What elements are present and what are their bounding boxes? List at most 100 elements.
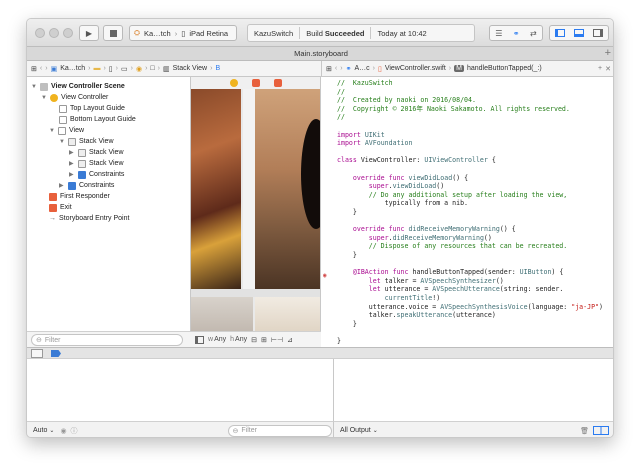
editor-mode-segment[interactable]: ☰ ⚭ ⇄ (489, 25, 543, 41)
code-line[interactable]: // (337, 113, 345, 122)
view-controller-dock-icon[interactable] (230, 79, 238, 87)
code-line[interactable]: } (337, 320, 357, 329)
variables-view[interactable] (27, 359, 334, 421)
ibaction-connection-icon[interactable]: ◉ (323, 272, 327, 279)
tab-main-storyboard[interactable]: Main.storyboard (294, 49, 348, 58)
jumpbar-item[interactable]: Stack View (173, 65, 208, 72)
console-output-selector[interactable]: All Output (340, 427, 371, 434)
disclosure-right-icon[interactable]: ▶ (69, 171, 75, 178)
folder-icon: ▬ (93, 65, 101, 72)
status-build-result: Succeeded (324, 28, 365, 38)
outline-toggle-icon[interactable] (195, 335, 204, 344)
resolve-icon[interactable]: ⊿ (287, 336, 293, 344)
disclosure-right-icon[interactable]: ▶ (59, 182, 65, 189)
info-icon[interactable]: ⓘ (71, 426, 78, 436)
add-tab-icon[interactable]: + (605, 47, 611, 60)
outline-item-view-controller[interactable]: ▼ View Controller (41, 92, 108, 103)
disclosure-down-icon[interactable]: ▼ (49, 128, 55, 134)
outline-item-entry-point[interactable]: → Storyboard Entry Point (49, 213, 129, 224)
close-editor-icon[interactable]: ✕ (605, 65, 613, 73)
console-footer: All Output ⌄ 🗑 (334, 421, 613, 437)
outline-item-stack-view[interactable]: ▶ Stack View (69, 147, 124, 158)
photo-button-top-right[interactable] (255, 89, 320, 289)
device-icon: ▯ (181, 28, 186, 38)
zoom-window-button[interactable] (63, 28, 73, 38)
stack-icon[interactable]: ⊟ (251, 336, 257, 344)
trash-icon[interactable]: 🗑 (580, 427, 589, 435)
standard-editor-icon[interactable]: ☰ (495, 29, 502, 38)
console-view[interactable] (334, 359, 613, 421)
view-controller-icon (50, 93, 58, 102)
code-line[interactable]: } (337, 251, 357, 260)
version-editor-icon[interactable]: ⇄ (530, 29, 537, 38)
quicklook-icon[interactable]: ◉ (60, 427, 66, 435)
outline-item-exit[interactable]: Exit (49, 202, 72, 213)
outline-item-scene[interactable]: ▼ View Controller Scene (31, 81, 125, 92)
code-line[interactable]: // Dispose of any resources that can be … (337, 242, 568, 251)
close-window-button[interactable] (35, 28, 45, 38)
related-items-icon[interactable]: ⊞ (326, 65, 332, 73)
outline-item-constraints[interactable]: ▶ Constraints (69, 169, 124, 180)
disclosure-down-icon[interactable]: ▼ (31, 84, 37, 90)
code-line[interactable]: // Copyright © 2016年 Naoki Sakamoto. All… (337, 105, 570, 114)
outline-label: Stack View (89, 149, 124, 156)
photo-button-top-left[interactable] (191, 89, 241, 289)
exit-dock-icon[interactable] (274, 79, 282, 87)
variables-filter-input[interactable]: ⊖ Filter (227, 424, 332, 437)
outline-item-bottom-layout-guide[interactable]: Bottom Layout Guide (59, 114, 136, 125)
outline-item-first-responder[interactable]: First Responder (49, 191, 110, 202)
first-responder-dock-icon[interactable] (252, 79, 260, 87)
outline-item-stack-view[interactable]: ▶ Stack View (69, 158, 124, 169)
outline-item-top-layout-guide[interactable]: Top Layout Guide (59, 103, 125, 114)
code-editor[interactable]: ◉ // KazuSwitch//// Created by naoki on … (321, 77, 613, 347)
disclosure-down-icon[interactable]: ▼ (59, 139, 65, 145)
split-console-icon[interactable] (593, 426, 609, 435)
scheme-selector[interactable]: ⛭ Ka…tch › ▯ iPad Retina (129, 25, 237, 41)
back-icon[interactable]: ‹ (335, 65, 337, 72)
code-line[interactable]: } (337, 208, 357, 217)
code-line[interactable]: talker.speakUtterance(utterance) (337, 311, 496, 320)
add-editor-icon[interactable]: + (598, 65, 602, 72)
forward-icon[interactable]: › (340, 65, 342, 72)
forward-icon[interactable]: › (45, 65, 47, 72)
pin-icon[interactable]: ⊢⊣ (271, 336, 283, 344)
run-button[interactable]: ▶ (79, 25, 99, 41)
outline-item-constraints[interactable]: ▶ Constraints (59, 180, 114, 191)
outline-item-view[interactable]: ▼ View (49, 125, 84, 136)
minimize-window-button[interactable] (49, 28, 59, 38)
jumpbar-auto[interactable]: A…c (354, 65, 369, 72)
outline-item-stack-view[interactable]: ▼ Stack View (59, 136, 114, 147)
disclosure-right-icon[interactable]: ▶ (69, 149, 75, 156)
code-line[interactable]: import AVFoundation (337, 139, 412, 148)
stop-button[interactable] (103, 25, 123, 41)
align-icon[interactable]: ⊞ (261, 336, 267, 344)
jumpbar-project[interactable]: Ka…tch (60, 65, 85, 72)
outline-filter-input[interactable]: ⊖ Filter (31, 334, 183, 346)
disclosure-down-icon[interactable]: ▼ (41, 95, 47, 101)
size-class-h-value[interactable]: Any (235, 336, 247, 343)
assistant-icon: ⚭ (345, 65, 352, 73)
jumpbar-file[interactable]: ViewController.swift (385, 65, 446, 72)
view-toggle-segment[interactable] (549, 25, 609, 41)
storyboard-canvas[interactable] (191, 77, 321, 347)
scheme-device-name: iPad Retina (189, 28, 229, 38)
debug-toggle-icon[interactable] (573, 29, 584, 37)
breakpoints-icon[interactable] (51, 350, 61, 357)
related-items-icon[interactable]: ⊞ (31, 65, 37, 73)
variables-scope-selector[interactable]: Auto (33, 427, 47, 434)
chevron-down-icon: ⌄ (49, 428, 55, 434)
back-icon[interactable]: ‹ (40, 65, 42, 72)
assistant-editor-icon[interactable]: ⚭ (513, 29, 520, 38)
code-line[interactable]: } (337, 337, 341, 346)
utilities-toggle-icon[interactable] (593, 29, 604, 37)
outline-label: View (69, 127, 85, 134)
code-line[interactable]: // KazuSwitch (337, 79, 393, 88)
size-class-w-value[interactable]: Any (214, 336, 226, 343)
disclosure-right-icon[interactable]: ▶ (69, 160, 75, 167)
hide-debug-icon[interactable] (31, 349, 43, 358)
navigator-toggle-icon[interactable] (554, 29, 565, 37)
variables-footer: Auto ⌄ ◉ ⓘ ⊖ Filter (27, 421, 334, 437)
code-line[interactable]: class ViewController: UIViewController { (337, 156, 496, 165)
button-element-icon: B (215, 65, 221, 72)
jumpbar-symbol[interactable]: handleButtonTapped(_:) (467, 65, 542, 72)
